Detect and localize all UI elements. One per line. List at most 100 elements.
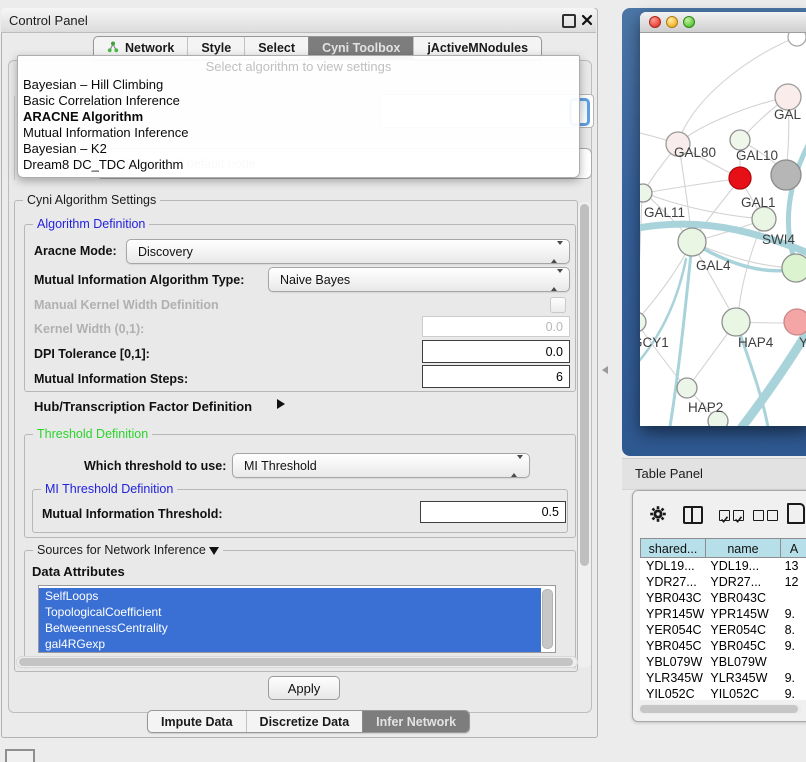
expand-arrow-icon[interactable] bbox=[277, 399, 285, 409]
select-all-columns-icon[interactable] bbox=[719, 510, 747, 528]
table-cell bbox=[779, 590, 806, 606]
network-edge[interactable] bbox=[645, 179, 736, 193]
network-icon bbox=[107, 41, 119, 56]
network-node[interactable] bbox=[722, 308, 750, 336]
data-attributes-listbox[interactable]: SelfLoopsTopologicalCoefficientBetweenne… bbox=[38, 585, 556, 653]
attribute-list-item[interactable]: TopologicalCoefficient bbox=[39, 604, 541, 620]
scrollbar-thumb[interactable] bbox=[580, 204, 589, 566]
minimized-panel-icon[interactable] bbox=[5, 749, 35, 762]
zoom-traffic-light[interactable] bbox=[683, 16, 695, 28]
algorithm-option[interactable]: Bayesian – K2 bbox=[18, 141, 579, 157]
network-node[interactable] bbox=[640, 184, 652, 202]
table-row[interactable]: YLR345WYLR345W9. bbox=[640, 670, 806, 686]
table-cell: YBR043C bbox=[640, 590, 704, 606]
algorithm-option[interactable]: Basic Correlation Inference bbox=[18, 93, 579, 109]
table-cell: YBR043C bbox=[704, 590, 778, 606]
split-pane-handle[interactable] bbox=[602, 366, 608, 374]
table-row[interactable]: YBR043CYBR043C bbox=[640, 590, 806, 606]
column-header[interactable]: shared... bbox=[640, 538, 706, 558]
manual-kernel-checkbox[interactable] bbox=[550, 297, 566, 313]
scrollbar-thumb[interactable] bbox=[640, 705, 798, 713]
horizontal-scrollbar[interactable] bbox=[16, 656, 578, 668]
network-node[interactable] bbox=[677, 378, 697, 398]
table-row[interactable]: YDR27...YDR27...12 bbox=[640, 574, 806, 590]
network-node[interactable] bbox=[788, 33, 806, 46]
table-cell: 12 bbox=[779, 574, 806, 590]
network-node[interactable] bbox=[730, 130, 750, 150]
attribute-list-item[interactable]: BetweennessCentrality bbox=[39, 620, 541, 636]
float-window-icon[interactable] bbox=[562, 14, 576, 28]
attribute-list-item[interactable]: SelfLoops bbox=[39, 588, 541, 604]
tab-impute-data[interactable]: Impute Data bbox=[148, 711, 246, 732]
table-row[interactable]: YBL079WYBL079W bbox=[640, 654, 806, 670]
dpi-tolerance-field[interactable]: 0.0 bbox=[422, 340, 570, 363]
dropdown-placeholder: Select algorithm to view settings bbox=[18, 56, 579, 77]
column-header[interactable]: A bbox=[780, 538, 806, 558]
mi-threshold-label: Mutual Information Threshold: bbox=[42, 507, 223, 521]
network-canvas[interactable]: GALGAL80GAL10GAL1GAL11SWI4GAL4GCY1HAP4YH… bbox=[640, 33, 806, 426]
tab-infer-network[interactable]: Infer Network bbox=[362, 711, 469, 732]
mi-type-label: Mutual Information Algorithm Type: bbox=[34, 273, 244, 287]
which-threshold-select[interactable]: MI Threshold bbox=[232, 453, 530, 478]
table-cell: YDL19... bbox=[704, 558, 778, 574]
apply-button[interactable]: Apply bbox=[268, 676, 340, 700]
minimize-traffic-light[interactable] bbox=[666, 16, 678, 28]
network-edge[interactable] bbox=[640, 196, 642, 322]
algorithm-option[interactable]: ARACNE Algorithm bbox=[18, 109, 579, 125]
table-row[interactable]: YBR045CYBR045C9. bbox=[640, 638, 806, 654]
node-label: GAL1 bbox=[741, 195, 776, 210]
network-node[interactable] bbox=[752, 207, 776, 231]
table-row[interactable]: YIL052CYIL052C9. bbox=[640, 686, 806, 700]
export-table-icon[interactable] bbox=[787, 503, 805, 524]
network-node[interactable] bbox=[640, 312, 646, 332]
list-scrollbar[interactable] bbox=[542, 589, 553, 649]
table-cell: YIL052C bbox=[704, 686, 778, 700]
table-cell: 9. bbox=[779, 638, 806, 654]
table-cell: YLR345W bbox=[704, 670, 778, 686]
network-node[interactable] bbox=[771, 160, 801, 190]
mi-steps-field[interactable]: 6 bbox=[422, 365, 570, 388]
kernel-width-label: Kernel Width (0,1): bbox=[34, 322, 144, 336]
algorithm-dropdown[interactable]: Select algorithm to view settings Bayesi… bbox=[17, 55, 580, 178]
split-panes-icon[interactable] bbox=[683, 506, 703, 524]
mi-threshold-title: MI Threshold Definition bbox=[41, 482, 177, 497]
close-traffic-light[interactable] bbox=[649, 16, 661, 28]
control-panel-titlebar[interactable]: Control Panel bbox=[1, 8, 596, 33]
settings-gear-icon[interactable] bbox=[649, 505, 667, 528]
network-node[interactable] bbox=[678, 228, 706, 256]
network-edge[interactable] bbox=[670, 244, 692, 426]
node-label: GCY1 bbox=[640, 335, 669, 350]
table-body[interactable]: YDL19...YDL19...13YDR27...YDR27...12YBR0… bbox=[640, 558, 806, 700]
network-node[interactable] bbox=[729, 167, 751, 189]
dpi-tolerance-label: DPI Tolerance [0,1]: bbox=[34, 347, 150, 361]
node-label: SWI4 bbox=[762, 232, 795, 247]
network-window[interactable]: GALGAL80GAL10GAL1GAL11SWI4GAL4GCY1HAP4YH… bbox=[640, 12, 806, 426]
network-window-titlebar[interactable] bbox=[640, 12, 806, 33]
table-row[interactable]: YPR145WYPR145W9. bbox=[640, 606, 806, 622]
kernel-width-field[interactable]: 0.0 bbox=[422, 316, 570, 337]
deselect-all-columns-icon[interactable] bbox=[753, 510, 781, 528]
algorithm-option[interactable]: Mutual Information Inference bbox=[18, 125, 579, 141]
table-cell: YER054C bbox=[640, 622, 704, 638]
algorithm-definition-title: Algorithm Definition bbox=[33, 217, 149, 232]
column-header[interactable]: name bbox=[705, 538, 781, 558]
table-row[interactable]: YER054CYER054C8. bbox=[640, 622, 806, 638]
cyni-settings-title: Cyni Algorithm Settings bbox=[23, 193, 160, 208]
node-label: HAP4 bbox=[738, 335, 774, 350]
aracne-mode-select[interactable]: Discovery bbox=[126, 239, 570, 264]
mi-threshold-field[interactable]: 0.5 bbox=[420, 501, 566, 523]
mi-type-select[interactable]: Naive Bayes bbox=[268, 267, 570, 292]
algorithm-option[interactable]: Dream8 DC_TDC Algorithm bbox=[18, 157, 579, 173]
attribute-list-item[interactable]: gal4RGexp bbox=[39, 636, 541, 652]
table-horizontal-scrollbar[interactable] bbox=[638, 704, 802, 714]
collapse-arrow-icon[interactable] bbox=[209, 547, 219, 555]
algorithm-option[interactable]: Bayesian – Hill Climbing bbox=[18, 77, 579, 93]
network-node[interactable] bbox=[784, 309, 806, 335]
scrollbar-thumb[interactable] bbox=[19, 658, 573, 666]
table-row[interactable]: YDL19...YDL19...13 bbox=[640, 558, 806, 574]
table-cell: YLR345W bbox=[640, 670, 704, 686]
network-node[interactable] bbox=[782, 254, 806, 282]
tab-discretize-data[interactable]: Discretize Data bbox=[246, 711, 363, 732]
vertical-scrollbar[interactable] bbox=[578, 202, 591, 668]
close-icon[interactable] bbox=[581, 13, 593, 25]
